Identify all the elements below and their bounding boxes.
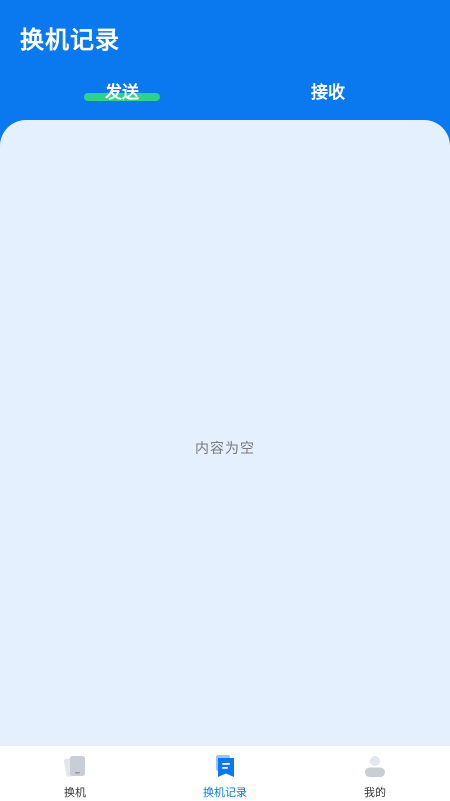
record-icon [216, 755, 234, 777]
empty-state-text: 内容为空 [195, 441, 255, 457]
tab-send-label: 发送 [105, 83, 139, 103]
bottom-navigation: 换机 换机记录 我的 [0, 745, 450, 801]
tab-receive-label: 接收 [311, 83, 345, 103]
nav-label-switch: 换机 [64, 786, 86, 799]
nav-label-records: 换机记录 [203, 786, 247, 799]
nav-item-switch[interactable]: 换机 [0, 746, 150, 801]
record-list-panel: 内容为空 [0, 120, 450, 745]
user-icon [365, 756, 385, 777]
tab-send[interactable]: 发送 [52, 78, 192, 108]
phone-icon [63, 756, 85, 777]
page-title: 换机记录 [20, 26, 120, 54]
nav-item-records[interactable]: 换机记录 [150, 746, 300, 801]
tab-receive[interactable]: 接收 [258, 78, 398, 108]
nav-item-mine[interactable]: 我的 [300, 746, 450, 801]
nav-label-mine: 我的 [364, 786, 386, 799]
